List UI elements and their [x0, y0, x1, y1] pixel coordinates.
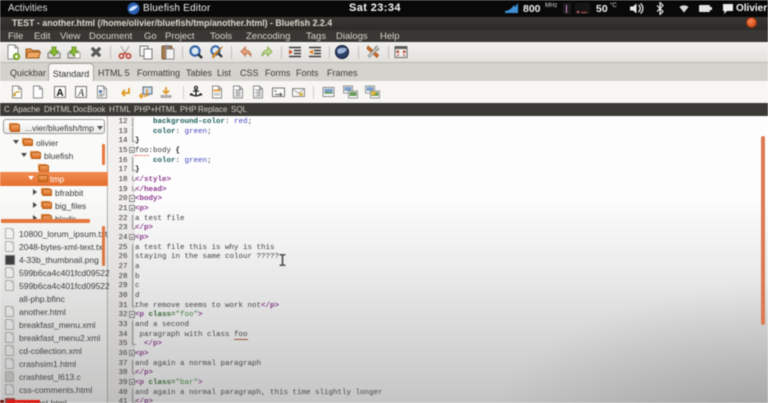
svg-text:A: A	[56, 88, 63, 99]
svg-text:A: A	[77, 88, 85, 99]
